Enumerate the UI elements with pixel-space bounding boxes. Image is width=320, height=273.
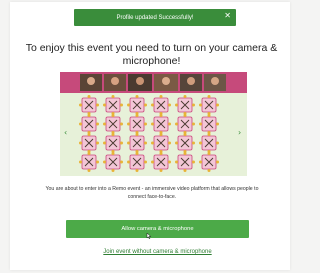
table-seat	[96, 141, 99, 145]
allow-camera-microphone-button[interactable]: Allow camera & microphone	[66, 220, 249, 238]
table-seat	[183, 169, 187, 172]
table-seat	[87, 133, 91, 136]
table-seat	[103, 103, 106, 107]
table-seat	[159, 133, 163, 136]
table-seat	[199, 160, 202, 164]
attendee-face	[87, 77, 95, 85]
table-seat	[192, 160, 195, 164]
table-seat	[120, 103, 123, 107]
table-seat	[175, 141, 178, 145]
table-seat	[144, 160, 147, 164]
chevron-left-icon[interactable]: ‹	[64, 128, 67, 137]
table-seat	[199, 141, 202, 145]
table-seat	[216, 122, 219, 126]
table-seat	[79, 122, 82, 126]
table-seat	[207, 169, 211, 172]
table-seat	[159, 114, 163, 117]
table-seat	[175, 122, 178, 126]
table-seat	[120, 141, 123, 145]
table-seat	[111, 133, 115, 136]
table-seat	[135, 152, 139, 155]
success-toast: Profile updated Successfully! ✕	[74, 9, 236, 26]
table-seat	[168, 122, 171, 126]
table-seat	[207, 114, 211, 117]
table-seat	[135, 114, 139, 117]
table-seat	[183, 95, 187, 98]
table-seat	[159, 95, 163, 98]
table-seat	[111, 114, 115, 117]
table-seat	[111, 95, 115, 98]
table-seat	[159, 169, 163, 172]
table-seat	[216, 160, 219, 164]
event-description: You are about to enter into a Remo event…	[45, 186, 259, 200]
table-seat	[192, 141, 195, 145]
close-icon[interactable]: ✕	[224, 11, 231, 21]
table-seat	[151, 141, 154, 145]
join-without-camera-link[interactable]: Join event without camera & microphone	[50, 249, 265, 255]
table-seat	[127, 122, 130, 126]
table-seat	[144, 103, 147, 107]
table-seat	[207, 95, 211, 98]
table-seat	[127, 103, 130, 107]
table-seat	[168, 141, 171, 145]
table-seat	[183, 133, 187, 136]
venue-floor-map: ‹ ›	[60, 72, 247, 176]
table-seat	[183, 152, 187, 155]
table-seat	[96, 160, 99, 164]
table-seat	[96, 103, 99, 107]
table-seat	[207, 152, 211, 155]
table-seat	[199, 122, 202, 126]
pointer-cursor-icon	[146, 233, 152, 239]
table-seat	[159, 152, 163, 155]
table-seat	[79, 103, 82, 107]
permission-headline: To enjoy this event you need to turn on …	[25, 42, 278, 67]
table-seat	[135, 169, 139, 172]
table-seat	[175, 103, 178, 107]
table-seat	[103, 141, 106, 145]
table-seat	[127, 160, 130, 164]
table-seat	[135, 133, 139, 136]
table-seat	[151, 103, 154, 107]
table-seat	[127, 141, 130, 145]
table-seat	[207, 133, 211, 136]
table-seat	[216, 141, 219, 145]
table-seat	[168, 103, 171, 107]
table-seat	[103, 122, 106, 126]
table-seat	[168, 160, 171, 164]
table-seat	[120, 160, 123, 164]
table-seat	[103, 160, 106, 164]
table-seat	[96, 122, 99, 126]
table-seat	[144, 122, 147, 126]
table-seat	[87, 152, 91, 155]
chevron-right-icon[interactable]: ›	[238, 128, 241, 137]
table-seat	[192, 103, 195, 107]
attendee-face	[187, 77, 195, 85]
attendee-face	[136, 77, 144, 85]
table-seat	[111, 152, 115, 155]
table-seat	[79, 141, 82, 145]
toast-message: Profile updated Successfully!	[116, 14, 194, 21]
attendee-face	[211, 77, 219, 85]
table-seat	[87, 114, 91, 117]
table-seat	[151, 122, 154, 126]
table-seat	[151, 160, 154, 164]
event-venue-preview: ‹ ›	[60, 72, 247, 176]
table-seat	[87, 95, 91, 98]
table-seat	[135, 95, 139, 98]
table-seat	[199, 103, 202, 107]
table-seat	[111, 169, 115, 172]
table-seat	[79, 160, 82, 164]
table-seat	[144, 141, 147, 145]
table-seat	[192, 122, 195, 126]
table-seat	[120, 122, 123, 126]
table-seat	[183, 114, 187, 117]
table-seat	[175, 160, 178, 164]
attendee-face	[162, 77, 170, 85]
table-seat	[216, 103, 219, 107]
table-seat	[87, 169, 91, 172]
attendee-face	[111, 77, 119, 85]
